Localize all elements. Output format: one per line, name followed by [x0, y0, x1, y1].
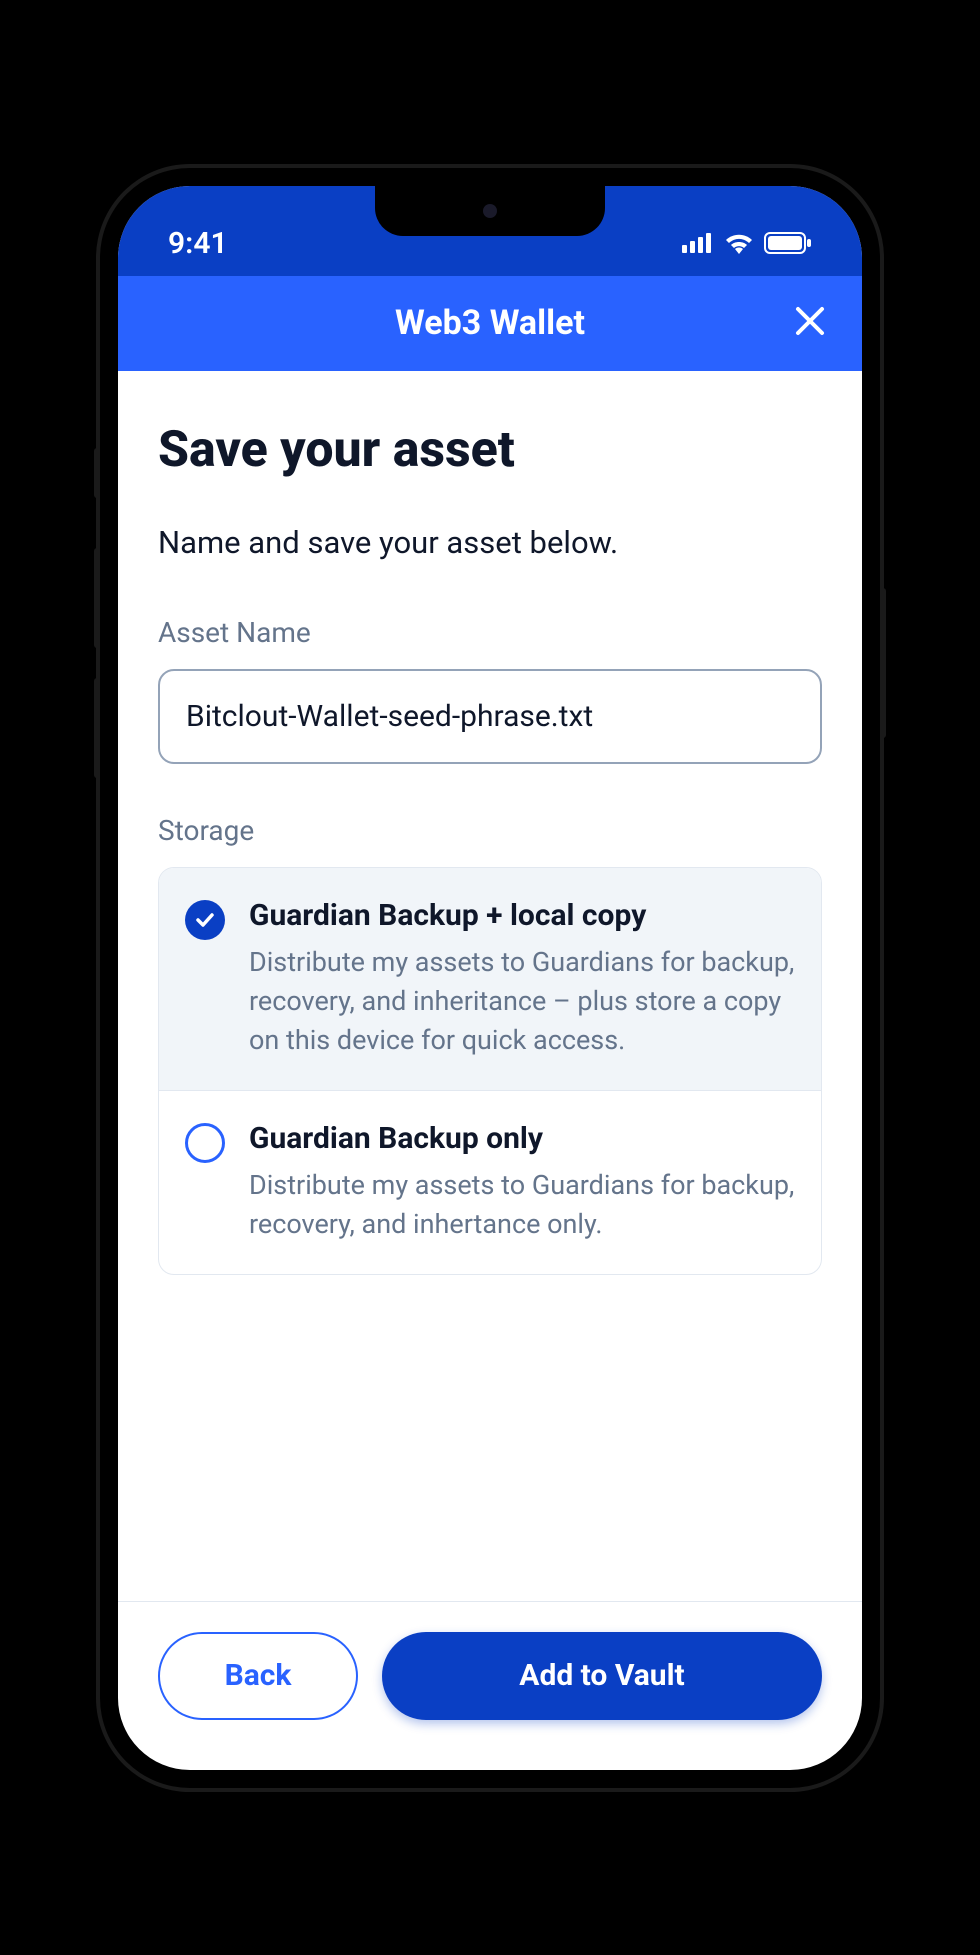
option-description: Distribute my assets to Guardians for ba…: [249, 943, 795, 1060]
storage-option-guardian-only[interactable]: Guardian Backup only Distribute my asset…: [159, 1090, 821, 1274]
close-button[interactable]: [793, 304, 827, 342]
option-title: Guardian Backup only: [249, 1121, 795, 1156]
page-title: Save your asset: [158, 421, 822, 479]
footer-actions: Back Add to Vault: [118, 1601, 862, 1770]
status-icons: [682, 232, 812, 254]
phone-side-button: [94, 678, 100, 778]
phone-frame: 9:41: [100, 168, 880, 1788]
cellular-icon: [682, 233, 714, 253]
option-text: Guardian Backup + local copy Distribute …: [249, 898, 795, 1060]
add-to-vault-button[interactable]: Add to Vault: [382, 1632, 822, 1720]
nav-title: Web3 Wallet: [395, 303, 585, 343]
radio-unchecked-icon: [185, 1123, 225, 1163]
close-icon: [793, 304, 827, 338]
page-subtitle: Name and save your asset below.: [158, 524, 822, 561]
phone-notch: [375, 186, 605, 236]
nav-bar: Web3 Wallet: [118, 276, 862, 371]
status-time: 9:41: [168, 226, 228, 261]
phone-screen: 9:41: [118, 186, 862, 1770]
phone-side-button: [94, 548, 100, 648]
asset-name-input[interactable]: [158, 669, 822, 764]
option-text: Guardian Backup only Distribute my asset…: [249, 1121, 795, 1244]
phone-side-button: [94, 448, 100, 498]
option-description: Distribute my assets to Guardians for ba…: [249, 1166, 795, 1244]
phone-side-button: [880, 588, 886, 738]
storage-label: Storage: [158, 814, 822, 847]
asset-name-label: Asset Name: [158, 616, 822, 649]
storage-option-guardian-local[interactable]: Guardian Backup + local copy Distribute …: [159, 868, 821, 1090]
content-area: Save your asset Name and save your asset…: [118, 371, 862, 1601]
storage-options-group: Guardian Backup + local copy Distribute …: [158, 867, 822, 1276]
battery-icon: [764, 232, 812, 254]
radio-checked-icon: [185, 900, 225, 940]
option-title: Guardian Backup + local copy: [249, 898, 795, 933]
wifi-icon: [724, 232, 754, 254]
back-button[interactable]: Back: [158, 1632, 358, 1720]
